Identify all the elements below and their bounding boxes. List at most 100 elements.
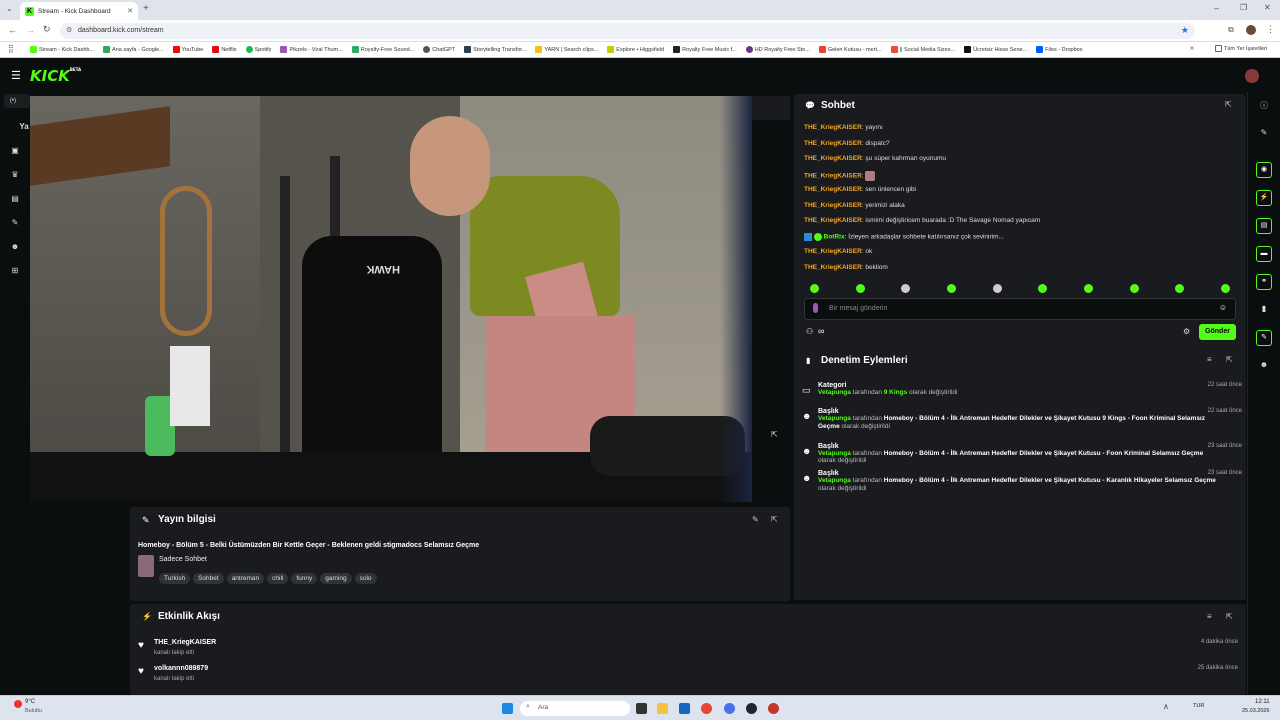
new-tab-icon[interactable]: +	[143, 3, 149, 14]
tag[interactable]: funny	[291, 573, 318, 584]
browser-menu-icon[interactable]: ⋮	[1266, 24, 1275, 35]
forward-icon[interactable]: →	[26, 25, 35, 35]
moderation-nav-icon[interactable]: ▮	[1259, 304, 1269, 314]
browser-tab[interactable]: K Stream - Kick Dashboard ✕	[20, 2, 138, 20]
emote-icon[interactable]	[1083, 284, 1093, 293]
tag[interactable]: solo	[354, 573, 377, 584]
emote-icon[interactable]	[1129, 284, 1139, 293]
bookmark-item[interactable]: Ana sayfa - Google...	[103, 46, 164, 53]
list-button[interactable]: ▤	[1256, 218, 1272, 234]
pencil-icon[interactable]: ✎	[1259, 128, 1269, 138]
minimize-icon[interactable]: –	[1214, 3, 1219, 13]
bookmark-item[interactable]: Royalty-Free Sound...	[351, 46, 414, 53]
info-icon[interactable]: ⓘ	[1259, 100, 1269, 110]
chat-input[interactable]: Bir mesaj gönderin ☺	[804, 298, 1236, 320]
emote-icon[interactable]	[855, 284, 865, 293]
kick-logo[interactable]: KICKBETA	[30, 67, 81, 85]
camera-button[interactable]: ◉	[1256, 162, 1272, 178]
chat-settings-icon[interactable]: ⚙	[1183, 327, 1190, 336]
lightning-button[interactable]: ⚡	[1256, 190, 1272, 206]
emote-icon[interactable]	[1038, 284, 1048, 293]
tag[interactable]: Turkish	[159, 573, 191, 584]
reload-icon[interactable]: ↻	[43, 24, 51, 35]
bookmark-item[interactable]: Royalty Free Music f...	[673, 46, 737, 53]
bookmark-item[interactable]: HD Royalty Free Sto...	[745, 46, 810, 53]
stream-info-popout-icon[interactable]: ⇱	[771, 515, 778, 524]
bookmark-item[interactable]: Ücretsiz Hisse Sene...	[964, 46, 1027, 53]
more-bookmarks-icon[interactable]: »	[1190, 45, 1194, 52]
app-icon[interactable]	[724, 703, 735, 714]
restore-icon[interactable]: ❐	[1240, 3, 1247, 12]
live-icon[interactable]: (•)	[8, 98, 18, 108]
chrome-icon[interactable]	[701, 703, 712, 714]
app-icon[interactable]	[768, 703, 779, 714]
user-avatar[interactable]	[1245, 69, 1259, 83]
clock-date[interactable]: 25.03.2026	[1242, 708, 1270, 714]
bookmark-star-icon[interactable]: ★	[1181, 25, 1189, 36]
file-explorer-icon[interactable]	[657, 703, 668, 714]
task-view-icon[interactable]	[636, 703, 647, 714]
bookmark-item[interactable]: ChatGPT	[423, 46, 455, 53]
emoji-icon[interactable]: ☺	[1219, 303, 1227, 312]
chat-button[interactable]: ▬	[1256, 246, 1272, 262]
chat-popout-icon[interactable]: ⇱	[1225, 100, 1232, 109]
edit-icon[interactable]: ✎	[752, 515, 759, 524]
emote-icon[interactable]	[1220, 284, 1230, 293]
activity-filter-icon[interactable]: ≡	[1207, 612, 1212, 621]
tag[interactable]: Sohbet	[193, 573, 224, 584]
stream-preview[interactable]: HAWK	[30, 96, 752, 502]
popout-icon[interactable]: ⇱	[771, 430, 778, 439]
send-button[interactable]: Gönder	[1199, 324, 1236, 340]
steam-icon[interactable]	[746, 703, 757, 714]
language-indicator[interactable]: TUR	[1193, 703, 1204, 709]
tag[interactable]: antreman	[226, 573, 265, 584]
menu-icon[interactable]: ☰	[11, 69, 21, 82]
bookmark-item[interactable]: || Social Media Sizes...	[890, 46, 955, 53]
store-icon[interactable]	[679, 703, 690, 714]
bookmark-item[interactable]: Files - Dropbox	[1036, 46, 1082, 53]
tab-list-icon[interactable]: ⌄	[6, 4, 13, 13]
mic-icon[interactable]	[813, 303, 818, 313]
url-field[interactable]: ⚙ dashboard.kick.com/stream ★	[60, 23, 1195, 39]
all-bookmarks[interactable]: Tüm Yer İşaretleri	[1215, 45, 1267, 52]
moderation-popout-icon[interactable]: ⇱	[1226, 355, 1233, 364]
filter-icon[interactable]: ≡	[1207, 355, 1212, 364]
tag[interactable]: chill	[267, 573, 289, 584]
profile-avatar[interactable]	[1246, 25, 1256, 35]
wrench-icon[interactable]: ✎	[10, 218, 20, 228]
tray-chevron-icon[interactable]: ∧	[1163, 702, 1169, 711]
bookmark-item[interactable]: Spotify	[245, 46, 271, 53]
extensions-icon[interactable]: ⧉	[1228, 25, 1234, 35]
emote-icon[interactable]	[810, 284, 819, 293]
clock-time[interactable]: 12:11	[1255, 699, 1270, 705]
dashboard-icon[interactable]: ▣	[10, 146, 20, 156]
bookmark-item[interactable]: YouTube	[172, 46, 203, 53]
close-tab-icon[interactable]: ✕	[127, 7, 133, 15]
bookmark-item[interactable]: YARN | Search clips...	[535, 46, 598, 53]
site-info-icon[interactable]: ⚙	[66, 26, 72, 34]
emote-icon[interactable]	[901, 284, 911, 293]
wrench-button[interactable]: ✎	[1256, 330, 1272, 346]
emote-icon[interactable]	[992, 284, 1002, 293]
bookmark-item[interactable]: Stream - Kick Dashb...	[30, 46, 94, 53]
activity-popout-icon[interactable]: ⇱	[1226, 612, 1233, 621]
bookmark-item[interactable]: Explore • Higgsfield	[607, 46, 664, 53]
trophy-icon[interactable]: ♛	[10, 170, 20, 180]
bookmark-item[interactable]: Pikzels - Viral Thum...	[280, 46, 343, 53]
taskbar-search[interactable]: ⌕ Ara	[520, 701, 630, 716]
users-icon[interactable]: ☻	[10, 242, 20, 252]
close-window-icon[interactable]: ✕	[1264, 3, 1271, 12]
link-button[interactable]: ⚭	[1256, 274, 1272, 290]
start-icon[interactable]	[502, 703, 513, 714]
apps-grid-icon[interactable]: ⣿	[8, 44, 14, 53]
bookmark-item[interactable]: Storytelling Transfor...	[464, 46, 526, 53]
emote-icon[interactable]	[1175, 284, 1185, 293]
layout-icon[interactable]: ▤	[10, 194, 20, 204]
library-icon[interactable]: ⊞	[10, 266, 20, 276]
tag[interactable]: gaming	[320, 573, 352, 584]
back-icon[interactable]: ←	[8, 25, 17, 35]
users-nav-icon[interactable]: ☻	[1259, 360, 1269, 370]
bookmark-item[interactable]: Gelen Kutusu - mert...	[818, 46, 882, 53]
emote-icon[interactable]	[946, 284, 956, 293]
bookmark-item[interactable]: Netflix	[212, 46, 237, 53]
